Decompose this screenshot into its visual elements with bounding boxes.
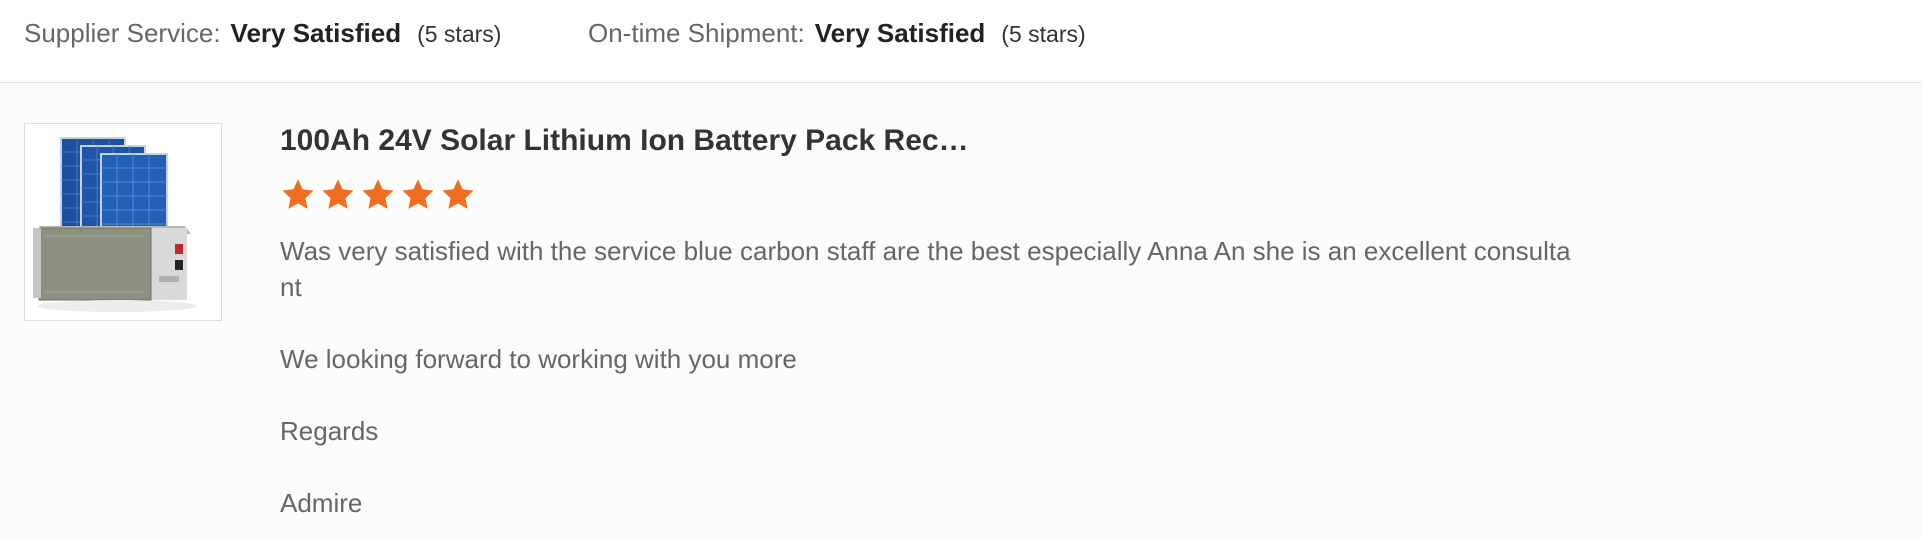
review-paragraph: Regards (280, 416, 379, 446)
ontime-shipment-stars: (5 stars) (1001, 21, 1086, 47)
supplier-service-value: Very Satisfied (230, 18, 402, 48)
supplier-service-rating: Supplier Service: Very Satisfied (5 star… (24, 18, 501, 49)
star-rating (280, 177, 1610, 215)
star-icon (442, 179, 474, 209)
review-paragraph: Was very satisfied with the service blue… (280, 236, 1571, 302)
ontime-shipment-label: On-time Shipment: (588, 18, 805, 48)
star-icon (322, 179, 354, 209)
review-card: 100Ah 24V Solar Lithium Ion Battery Pack… (0, 83, 1922, 542)
star-icon (282, 179, 314, 209)
product-thumbnail[interactable] (24, 123, 222, 321)
product-title-link[interactable]: 100Ah 24V Solar Lithium Ion Battery Pack… (280, 119, 1610, 163)
star-icon (402, 179, 434, 209)
review-paragraph: We looking forward to working with you m… (280, 344, 797, 374)
supplier-service-label: Supplier Service: (24, 18, 221, 48)
supplier-service-stars: (5 stars) (417, 21, 502, 47)
star-icon (362, 179, 394, 209)
review-text: Was very satisfied with the service blue… (280, 233, 1580, 521)
rating-summary-bar: Supplier Service: Very Satisfied (5 star… (0, 0, 1922, 83)
ontime-shipment-value: Very Satisfied (814, 18, 986, 48)
review-content: 100Ah 24V Solar Lithium Ion Battery Pack… (280, 119, 1610, 521)
ontime-shipment-rating: On-time Shipment: Very Satisfied (5 star… (588, 18, 1086, 49)
review-paragraph: Admire (280, 488, 363, 518)
solar-battery-product-image (25, 124, 221, 320)
